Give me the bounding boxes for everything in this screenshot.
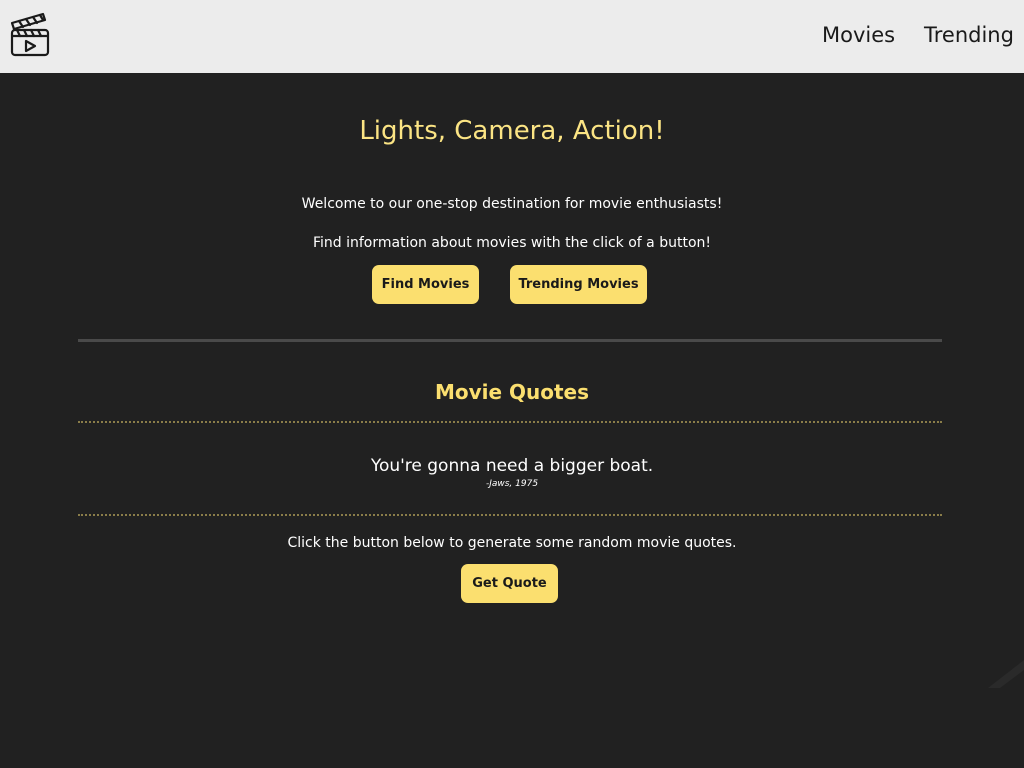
find-movies-button[interactable]: Find Movies	[372, 265, 479, 304]
navbar: Movies Trending	[0, 0, 1024, 73]
hero-title: Lights, Camera, Action!	[359, 116, 665, 146]
quote-divider-top	[78, 421, 942, 423]
nav-link-trending[interactable]: Trending	[924, 22, 1014, 48]
quote-source: -Jaws, 1975	[485, 479, 539, 489]
welcome-text: Welcome to our one-stop destination for …	[301, 196, 723, 212]
nav-link-movies[interactable]: Movies	[822, 22, 895, 48]
section-divider	[78, 339, 942, 342]
quote-divider-bottom	[78, 514, 942, 516]
info-text: Find information about movies with the c…	[312, 235, 712, 251]
clapperboard-icon[interactable]	[9, 11, 51, 57]
generate-quote-text: Click the button below to generate some …	[287, 535, 737, 551]
get-quote-button[interactable]: Get Quote	[461, 564, 558, 603]
quote-text: You're gonna need a bigger boat.	[370, 456, 654, 476]
corner-decoration-icon	[988, 660, 1024, 688]
trending-movies-button[interactable]: Trending Movies	[510, 265, 647, 304]
movie-quotes-title: Movie Quotes	[434, 380, 590, 404]
